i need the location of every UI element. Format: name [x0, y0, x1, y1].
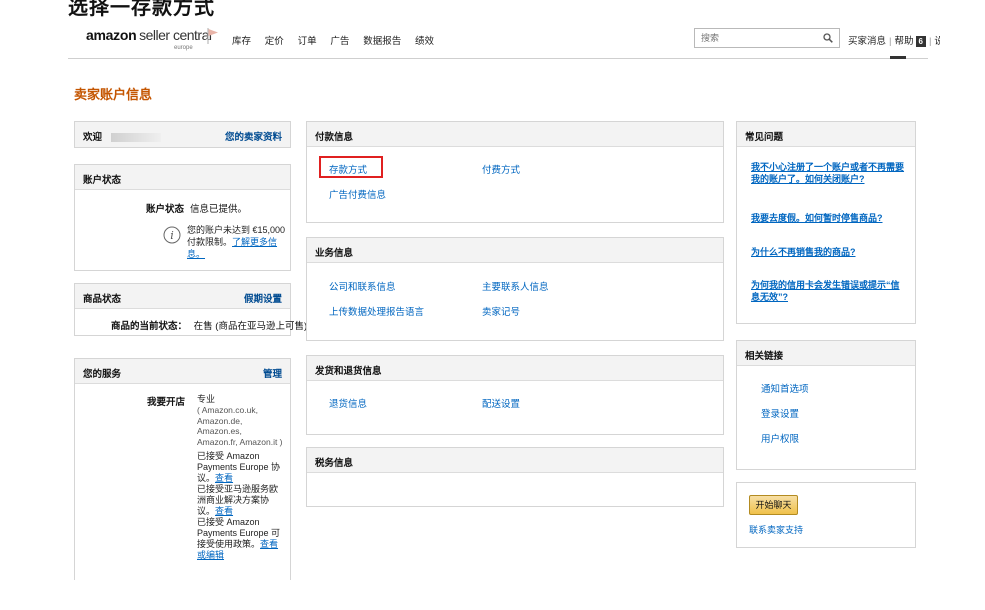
- main-nav: 库存 定价 订单 广告 数据报告 绩效: [232, 33, 445, 47]
- services-plan: 专业: [197, 394, 216, 404]
- agreement-1-view-link[interactable]: 查看: [215, 473, 233, 483]
- welcome-header: 欢迎 您的卖家资料: [75, 122, 290, 147]
- nav-pricing[interactable]: 定价: [265, 36, 284, 47]
- search-box: [694, 28, 840, 48]
- shipping-returns-header: 发货和退货信息: [307, 356, 723, 381]
- nav-reports[interactable]: 数据报告: [363, 36, 401, 47]
- page-caption: 选择一存款方式: [68, 0, 215, 19]
- listing-status-box: 商品状态 假期设置 商品的当前状态： 在售 (商品在亚马逊上可售): [74, 283, 307, 336]
- primary-contact-info-link[interactable]: 主要联系人信息: [482, 279, 549, 293]
- services-box: 您的服务 管理 我要开店 专业 ( Amazon.co.uk, Amazon.d…: [74, 358, 291, 580]
- payment-info-header: 付款信息: [307, 122, 723, 147]
- search-input[interactable]: [695, 29, 805, 47]
- services-label: 我要开店: [147, 397, 186, 408]
- payout-notice: 您的账户未达到 €15,000 付款限制。了解更多信息。: [187, 224, 287, 260]
- help-link[interactable]: 帮助: [894, 36, 913, 47]
- tax-info-header: 税务信息: [307, 448, 723, 473]
- services-detail: 专业 ( Amazon.co.uk, Amazon.de, Amazon.es,…: [197, 394, 283, 561]
- related-links-box: 相关链接 通知首选项 登录设置 用户权限: [736, 340, 916, 470]
- logo-amazon-text: amazon: [86, 27, 137, 43]
- agreement-3: 已接受 Amazon Payments Europe 可接受使用政策。查看或编辑: [197, 517, 283, 561]
- redacted-name: [110, 132, 161, 142]
- info-icon: i: [163, 226, 181, 244]
- listing-status-value: 在售 (商品在亚马逊上可售): [193, 321, 308, 332]
- agreement-2-text: 已接受亚马逊服务欧洲商业解决方案协议。: [197, 484, 279, 516]
- faq-credit-card-link[interactable]: 为何我的信用卡会发生错误或提示“信息无效”?: [751, 279, 907, 303]
- help-badge: 6: [915, 36, 926, 47]
- logo-region-text: europe: [174, 45, 193, 51]
- contact-support-box: 开始聊天 联系卖家支持: [736, 482, 916, 548]
- upload-report-language-link[interactable]: 上传数据处理报告语言: [329, 304, 424, 318]
- top-links: 买家消息|帮助6|设置: [848, 33, 940, 47]
- listing-status-label: 商品的当前状态：: [111, 321, 188, 332]
- nav-inventory[interactable]: 库存: [232, 36, 251, 47]
- login-settings-link[interactable]: 登录设置: [761, 406, 799, 420]
- account-status-box: 账户状态 账户状态 信息已提供。 i 您的账户未达到 €15,000 付款限制。…: [74, 164, 291, 271]
- listing-status-header: 商品状态 假期设置: [75, 284, 290, 309]
- faq-listing-link[interactable]: 为什么不再销售我的商品?: [751, 246, 907, 258]
- logo-seller-central-text: seller central: [139, 27, 212, 43]
- agreement-2-view-link[interactable]: 查看: [215, 506, 233, 516]
- browser-viewport: amazon seller central europe 库存 定价 订单 广告…: [68, 22, 940, 580]
- returns-info-link[interactable]: 退货信息: [329, 396, 367, 410]
- nav-orders[interactable]: 订单: [298, 36, 317, 47]
- page-title: 卖家账户信息: [74, 87, 153, 102]
- svg-text:i: i: [170, 229, 174, 242]
- flag-icon[interactable]: [207, 28, 219, 44]
- shipping-settings-link[interactable]: 配送设置: [482, 396, 520, 410]
- account-status-header: 账户状态: [75, 165, 290, 190]
- business-info-header: 业务信息: [307, 238, 723, 263]
- services-title: 您的服务: [83, 369, 122, 380]
- seller-central-logo[interactable]: amazon seller central europe: [86, 27, 212, 51]
- start-chat-button[interactable]: 开始聊天: [749, 495, 798, 515]
- account-status-value: 信息已提供。: [190, 204, 248, 215]
- manage-services-link[interactable]: 管理: [263, 366, 282, 380]
- deposit-method-highlight: [319, 156, 383, 178]
- company-contact-info-link[interactable]: 公司和联系信息: [329, 279, 396, 293]
- listing-status-row: 商品的当前状态： 在售 (商品在亚马逊上可售): [111, 318, 307, 332]
- welcome-box: 欢迎 您的卖家资料: [74, 121, 291, 148]
- agreement-2: 已接受亚马逊服务欧洲商业解决方案协议。查看: [197, 484, 283, 517]
- vacation-settings-link[interactable]: 假期设置: [244, 291, 282, 305]
- faq-box: 常见问题 我不小心注册了一个账户或者不再需要我的账户了。如何关闭账户? 我要去度…: [736, 121, 916, 324]
- faq-header: 常见问题: [737, 122, 915, 147]
- agreement-1: 已接受 Amazon Payments Europe 协议。查看: [197, 451, 283, 484]
- services-header: 您的服务 管理: [75, 359, 290, 384]
- seller-profile-link[interactable]: 您的卖家资料: [225, 129, 282, 143]
- charge-method-link[interactable]: 付费方式: [482, 162, 520, 176]
- seller-token-link[interactable]: 卖家记号: [482, 304, 520, 318]
- buyer-messages-link[interactable]: 买家消息: [848, 36, 886, 47]
- contact-seller-support-link[interactable]: 联系卖家支持: [749, 523, 803, 536]
- faq-vacation-link[interactable]: 我要去度假。如何暂时停售商品?: [751, 212, 907, 224]
- account-status-label: 账户状态: [146, 204, 185, 215]
- ad-payment-info-link[interactable]: 广告付费信息: [329, 187, 386, 201]
- payment-info-box: 付款信息 存款方式 付费方式 广告付费信息: [306, 121, 724, 223]
- nav-performance[interactable]: 绩效: [415, 36, 434, 47]
- top-navigation-bar: amazon seller central europe 库存 定价 订单 广告…: [68, 22, 940, 59]
- notification-preferences-link[interactable]: 通知首选项: [761, 381, 809, 395]
- settings-link[interactable]: 设置: [934, 36, 940, 47]
- listing-status-title: 商品状态: [83, 294, 122, 305]
- related-links-header: 相关链接: [737, 341, 915, 366]
- tax-info-box: 税务信息: [306, 447, 724, 507]
- shipping-returns-box: 发货和退货信息 退货信息 配送设置: [306, 355, 724, 435]
- settings-active-indicator: [890, 56, 906, 59]
- faq-close-account-link[interactable]: 我不小心注册了一个账户或者不再需要我的账户了。如何关闭账户?: [751, 161, 907, 185]
- user-permissions-link[interactable]: 用户权限: [761, 431, 799, 445]
- nav-advertising[interactable]: 广告: [330, 36, 349, 47]
- search-icon[interactable]: [823, 33, 833, 43]
- business-info-box: 业务信息 公司和联系信息 主要联系人信息 上传数据处理报告语言 卖家记号: [306, 237, 724, 341]
- welcome-label: 欢迎: [83, 132, 103, 143]
- agreement-1-text: 已接受 Amazon Payments Europe 协议。: [197, 451, 281, 483]
- services-marketplaces: ( Amazon.co.uk, Amazon.de, Amazon.es, Am…: [197, 405, 283, 447]
